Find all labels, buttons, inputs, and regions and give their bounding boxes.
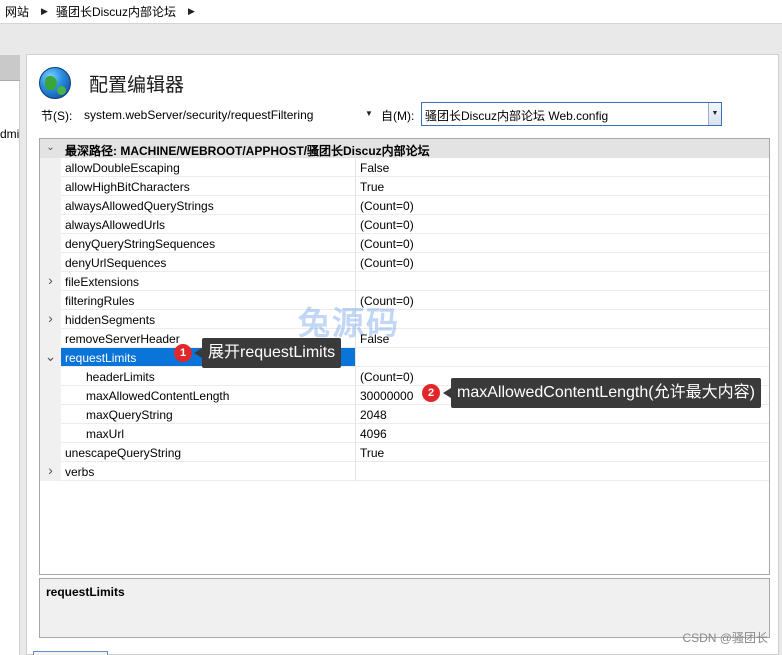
grid-row[interactable]: › verbs — [40, 462, 769, 481]
grid-row-name[interactable]: alwaysAllowedUrls — [61, 215, 356, 234]
connections-tree-text[interactable]: dmi — [0, 127, 19, 141]
grid-row-value[interactable]: (Count=0) — [356, 234, 769, 253]
annotation-badge-1: 1 — [174, 344, 192, 362]
connections-pane: dmi — [0, 55, 20, 655]
description-pane: requestLimits — [39, 578, 770, 638]
grid-row-value[interactable] — [356, 462, 769, 481]
page-title: 配置编辑器 — [89, 75, 185, 96]
grid-row-value[interactable]: True — [356, 177, 769, 196]
grid-row[interactable]: allowHighBitCharacters True — [40, 177, 769, 196]
grid-row-name[interactable]: maxUrl — [61, 424, 356, 443]
row-gutter — [40, 443, 61, 462]
row-gutter — [40, 424, 61, 443]
row-gutter — [40, 405, 61, 424]
row-gutter — [40, 386, 61, 405]
description-title: requestLimits — [46, 585, 125, 599]
section-dropdown-icon[interactable]: ▼ — [362, 103, 376, 125]
grid-row[interactable]: removeServerHeader False — [40, 329, 769, 348]
from-select-value: 骚团长Discuz内部论坛 Web.config — [425, 109, 609, 123]
grid-row-name[interactable]: headerLimits — [61, 367, 356, 386]
grid-row[interactable]: denyQueryStringSequences (Count=0) — [40, 234, 769, 253]
grid-row[interactable]: alwaysAllowedQueryStrings (Count=0) — [40, 196, 769, 215]
annotation-badge-2: 2 — [422, 384, 440, 402]
grid-row-value[interactable]: (Count=0) — [356, 253, 769, 272]
row-gutter — [40, 158, 61, 177]
annotation-callout-2: maxAllowedContentLength(允许最大内容) — [443, 378, 761, 408]
connections-toolbar — [0, 55, 20, 81]
grid-row[interactable]: › fileExtensions — [40, 272, 769, 291]
grid-row-value[interactable]: False — [356, 329, 769, 348]
chevron-down-icon[interactable]: ▼ — [708, 103, 721, 125]
grid-row[interactable]: alwaysAllowedUrls (Count=0) — [40, 215, 769, 234]
chevron-down-icon[interactable]: ⌄ — [40, 348, 61, 367]
grid-row[interactable]: unescapeQueryString True — [40, 443, 769, 462]
row-gutter — [40, 177, 61, 196]
section-label: 节(S): — [41, 109, 73, 123]
chevron-right-icon[interactable]: › — [40, 272, 61, 291]
property-grid: ⌄ 最深路径: MACHINE/WEBROOT/APPHOST/骚团长Discu… — [39, 138, 770, 575]
grid-row-name[interactable]: fileExtensions — [61, 272, 356, 291]
grid-row-name[interactable]: denyUrlSequences — [61, 253, 356, 272]
breadcrumb-item-site[interactable]: 骚团长Discuz内部论坛 — [56, 3, 176, 20]
row-gutter — [40, 253, 61, 272]
row-gutter — [40, 329, 61, 348]
grid-row-name[interactable]: unescapeQueryString — [61, 443, 356, 462]
grid-row-name[interactable]: maxAllowedContentLength — [61, 386, 356, 405]
row-gutter — [40, 234, 61, 253]
grid-row-value[interactable]: (Count=0) — [356, 291, 769, 310]
chevron-right-icon[interactable]: › — [40, 310, 61, 329]
globe-icon — [39, 67, 71, 99]
chevron-down-icon[interactable]: ⌄ — [40, 139, 61, 158]
row-gutter — [40, 196, 61, 215]
grid-row[interactable]: denyUrlSequences (Count=0) — [40, 253, 769, 272]
grid-row-value[interactable]: True — [356, 443, 769, 462]
annotation-text-2: maxAllowedContentLength(允许最大内容) — [457, 384, 755, 401]
grid-row[interactable]: filteringRules (Count=0) — [40, 291, 769, 310]
grid-row[interactable]: ⌄ requestLimits — [40, 348, 769, 367]
breadcrumb-item-sites[interactable]: 网站 — [5, 3, 29, 20]
grid-row-value[interactable]: False — [356, 158, 769, 177]
breadcrumb: 网站 ▶ 骚团长Discuz内部论坛 ▶ — [0, 0, 782, 24]
grid-row-name[interactable]: allowDoubleEscaping — [61, 158, 356, 177]
footer-watermark: CSDN @骚团长 — [682, 631, 768, 645]
grid-row-name[interactable]: allowHighBitCharacters — [61, 177, 356, 196]
chevron-right-icon[interactable]: ▶ — [188, 6, 195, 17]
apply-button[interactable] — [33, 651, 108, 655]
grid-row-name[interactable]: maxQueryString — [61, 405, 356, 424]
from-label: 自(M): — [381, 109, 415, 123]
row-gutter — [40, 215, 61, 234]
chevron-right-icon[interactable]: › — [40, 462, 61, 481]
grid-row-value[interactable] — [356, 348, 769, 367]
grid-row-value[interactable]: (Count=0) — [356, 196, 769, 215]
section-controls: 节(S): system.webServer/security/requestF… — [41, 102, 771, 126]
grid-header-path: 最深路径: MACHINE/WEBROOT/APPHOST/骚团长Discuz内… — [61, 139, 769, 158]
grid-row-name[interactable]: alwaysAllowedQueryStrings — [61, 196, 356, 215]
grid-row[interactable]: › hiddenSegments — [40, 310, 769, 329]
row-gutter — [40, 291, 61, 310]
grid-header-row[interactable]: ⌄ 最深路径: MACHINE/WEBROOT/APPHOST/骚团长Discu… — [40, 139, 769, 158]
grid-row[interactable]: allowDoubleEscaping False — [40, 158, 769, 177]
grid-row[interactable]: maxUrl 4096 — [40, 424, 769, 443]
grid-row-name[interactable]: verbs — [61, 462, 356, 481]
section-combobox[interactable]: system.webServer/security/requestFilteri… — [79, 103, 401, 125]
grid-row-value[interactable]: (Count=0) — [356, 215, 769, 234]
from-select[interactable]: 骚团长Discuz内部论坛 Web.config ▼ — [421, 102, 722, 126]
watermark: 兔源码 — [298, 305, 401, 341]
annotation-text-1: 展开requestLimits — [208, 344, 336, 361]
grid-row-value[interactable]: 4096 — [356, 424, 769, 443]
grid-row-value[interactable] — [356, 310, 769, 329]
grid-row-value[interactable] — [356, 272, 769, 291]
configuration-editor-pane: 配置编辑器 节(S): system.webServer/security/re… — [26, 54, 779, 655]
grid-row-name[interactable]: denyQueryStringSequences — [61, 234, 356, 253]
row-gutter — [40, 367, 61, 386]
chevron-right-icon[interactable]: ▶ — [41, 6, 48, 17]
